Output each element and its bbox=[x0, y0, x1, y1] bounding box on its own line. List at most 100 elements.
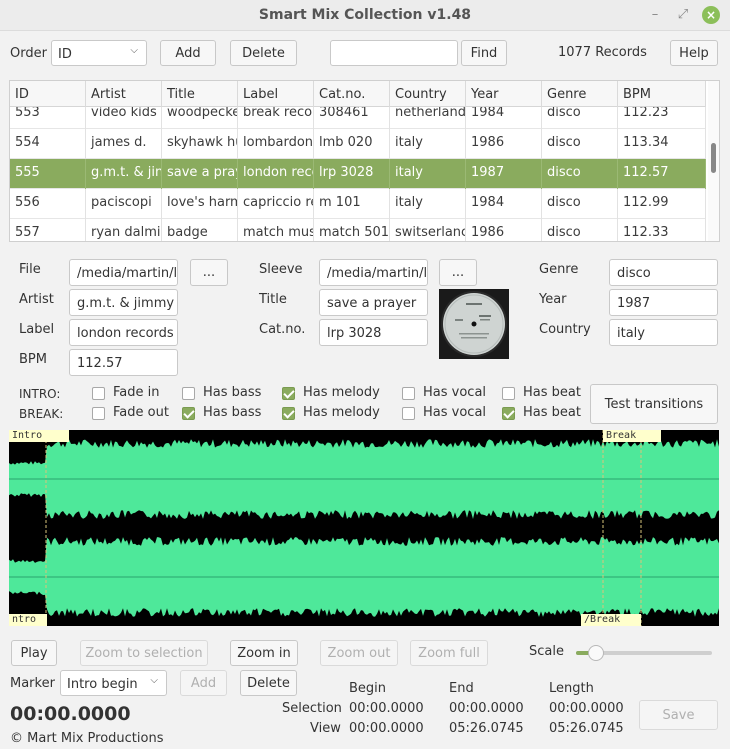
intro-checkbox[interactable] bbox=[402, 387, 415, 400]
artist-label: Artist bbox=[19, 292, 54, 307]
artist-field[interactable]: g.m.t. & jimmy bbox=[69, 289, 178, 316]
intro-checkbox[interactable] bbox=[282, 387, 295, 400]
marker-add-button[interactable]: Add bbox=[180, 670, 227, 696]
table-row[interactable]: 555 g.m.t. & jin save a pray london reco lrp… bbox=[10, 159, 706, 189]
column-header[interactable]: Title bbox=[162, 81, 238, 107]
break-option-label[interactable]: Has vocal bbox=[423, 405, 486, 420]
break-checkbox[interactable] bbox=[92, 407, 105, 420]
column-header[interactable]: Label bbox=[238, 81, 314, 107]
table-row[interactable]: 556 paciscopi love's harm capriccio re m 101… bbox=[10, 189, 706, 219]
records-table: 553 video kids woodpecke break reco 308461 ne… bbox=[9, 80, 720, 242]
search-input[interactable] bbox=[330, 40, 458, 66]
break-checkbox[interactable] bbox=[282, 407, 295, 420]
scale-slider-handle[interactable] bbox=[588, 645, 605, 661]
year-field[interactable]: 1987 bbox=[609, 289, 718, 316]
genre-label: Genre bbox=[539, 262, 579, 277]
table-row[interactable]: 557 ryan dalmir badge match mus match 5018 sw… bbox=[10, 219, 706, 241]
table-cell: disco bbox=[542, 189, 618, 219]
break-checkbox[interactable] bbox=[402, 407, 415, 420]
zoom-full-button[interactable]: Zoom full bbox=[410, 640, 488, 666]
intro-option-label[interactable]: Has vocal bbox=[423, 385, 486, 400]
close-icon[interactable]: × bbox=[702, 6, 720, 24]
intro-checkbox[interactable] bbox=[92, 387, 105, 400]
column-header[interactable]: Genre bbox=[542, 81, 618, 107]
intro-option-label[interactable]: Has bass bbox=[203, 385, 261, 400]
test-transitions-button[interactable]: Test transitions bbox=[590, 384, 718, 424]
break-label: BREAK: bbox=[19, 407, 64, 421]
table-cell: match mus bbox=[238, 219, 314, 241]
marker-delete-button[interactable]: Delete bbox=[240, 670, 297, 696]
bpm-label: BPM bbox=[19, 352, 47, 367]
break-checkbox[interactable] bbox=[502, 407, 515, 420]
help-button[interactable]: Help bbox=[670, 40, 718, 66]
waveform-display[interactable]: Intro Break ntro /Break bbox=[9, 430, 719, 626]
sleeve-label: Sleeve bbox=[259, 262, 303, 277]
table-cell: badge bbox=[162, 219, 238, 241]
catno-field[interactable]: lrp 3028 bbox=[319, 319, 428, 346]
restore-icon[interactable]: ⤢ bbox=[674, 6, 692, 24]
intro-option-label[interactable]: Fade in bbox=[113, 385, 159, 400]
column-header[interactable]: BPM bbox=[618, 81, 706, 107]
file-field[interactable]: /media/martin/l bbox=[69, 259, 178, 286]
label-label: Label bbox=[19, 322, 55, 337]
intro-marker-tag[interactable]: Intro bbox=[9, 430, 69, 442]
break-option-label[interactable]: Has beat bbox=[523, 405, 581, 420]
intro-end-marker-tag[interactable]: ntro bbox=[9, 614, 47, 626]
table-row[interactable]: 554 james d. skyhawk hu lombardon lmb 020 ita… bbox=[10, 129, 706, 159]
time-display: 00:00.0000 bbox=[10, 703, 131, 725]
table-cell: italy bbox=[390, 189, 466, 219]
view-label: View bbox=[310, 721, 341, 736]
waveform-graph[interactable] bbox=[9, 430, 719, 626]
minimize-icon[interactable]: – bbox=[646, 6, 664, 24]
intro-checkbox[interactable] bbox=[502, 387, 515, 400]
zoom-out-button[interactable]: Zoom out bbox=[320, 640, 398, 666]
table-cell: save a pray bbox=[162, 159, 238, 189]
sleeve-browse-button[interactable]: ... bbox=[439, 259, 477, 286]
country-label: Country bbox=[539, 322, 591, 337]
break-option-label[interactable]: Has bass bbox=[203, 405, 261, 420]
scrollbar-thumb[interactable] bbox=[711, 143, 716, 173]
genre-field[interactable]: disco bbox=[609, 259, 718, 286]
zoom-selection-button[interactable]: Zoom to selection bbox=[80, 640, 208, 666]
table-cell: m 101 bbox=[314, 189, 390, 219]
table-cell: 1986 bbox=[466, 129, 542, 159]
break-option-label[interactable]: Fade out bbox=[113, 405, 169, 420]
table-cell: disco bbox=[542, 159, 618, 189]
view-begin: 00:00.0000 bbox=[349, 721, 424, 736]
order-select[interactable]: ID ⌵ bbox=[51, 40, 147, 66]
title-label: Title bbox=[259, 292, 287, 307]
column-header[interactable]: ID bbox=[10, 81, 86, 107]
table-cell: 556 bbox=[10, 189, 86, 219]
intro-option-label[interactable]: Has melody bbox=[303, 385, 380, 400]
title-field[interactable]: save a prayer bbox=[319, 289, 428, 316]
break-marker-tag[interactable]: Break bbox=[603, 430, 661, 442]
zoom-in-button[interactable]: Zoom in bbox=[230, 640, 298, 666]
scale-slider[interactable] bbox=[576, 645, 712, 661]
column-header[interactable]: Year bbox=[466, 81, 542, 107]
bpm-field[interactable]: 112.57 bbox=[69, 349, 178, 376]
column-header[interactable]: Country bbox=[390, 81, 466, 107]
break-checkbox[interactable] bbox=[182, 407, 195, 420]
intro-checkbox[interactable] bbox=[182, 387, 195, 400]
marker-select[interactable]: Intro begin ⌵ bbox=[60, 670, 167, 696]
file-browse-button[interactable]: ... bbox=[190, 259, 228, 286]
break-end-marker-tag[interactable]: /Break bbox=[581, 614, 641, 626]
table-cell: ryan dalmir bbox=[86, 219, 162, 241]
table-header: ID Artist Title Label Cat.no. Country Year Genr… bbox=[10, 81, 706, 107]
column-header[interactable]: Artist bbox=[86, 81, 162, 107]
add-button[interactable]: Add bbox=[160, 40, 216, 66]
column-header[interactable]: Cat.no. bbox=[314, 81, 390, 107]
table-cell: 557 bbox=[10, 219, 86, 241]
intro-option-label[interactable]: Has beat bbox=[523, 385, 581, 400]
country-field[interactable]: italy bbox=[609, 319, 718, 346]
end-header: End bbox=[449, 681, 474, 696]
play-button[interactable]: Play bbox=[11, 640, 57, 666]
delete-button[interactable]: Delete bbox=[230, 40, 297, 66]
sleeve-field[interactable]: /media/martin/l bbox=[319, 259, 428, 286]
save-button[interactable]: Save bbox=[639, 700, 718, 730]
break-option-label[interactable]: Has melody bbox=[303, 405, 380, 420]
table-cell: match 5018 bbox=[314, 219, 390, 241]
table-scrollbar[interactable] bbox=[708, 81, 719, 241]
label-field[interactable]: london records bbox=[69, 319, 178, 346]
find-button[interactable]: Find bbox=[461, 40, 507, 66]
